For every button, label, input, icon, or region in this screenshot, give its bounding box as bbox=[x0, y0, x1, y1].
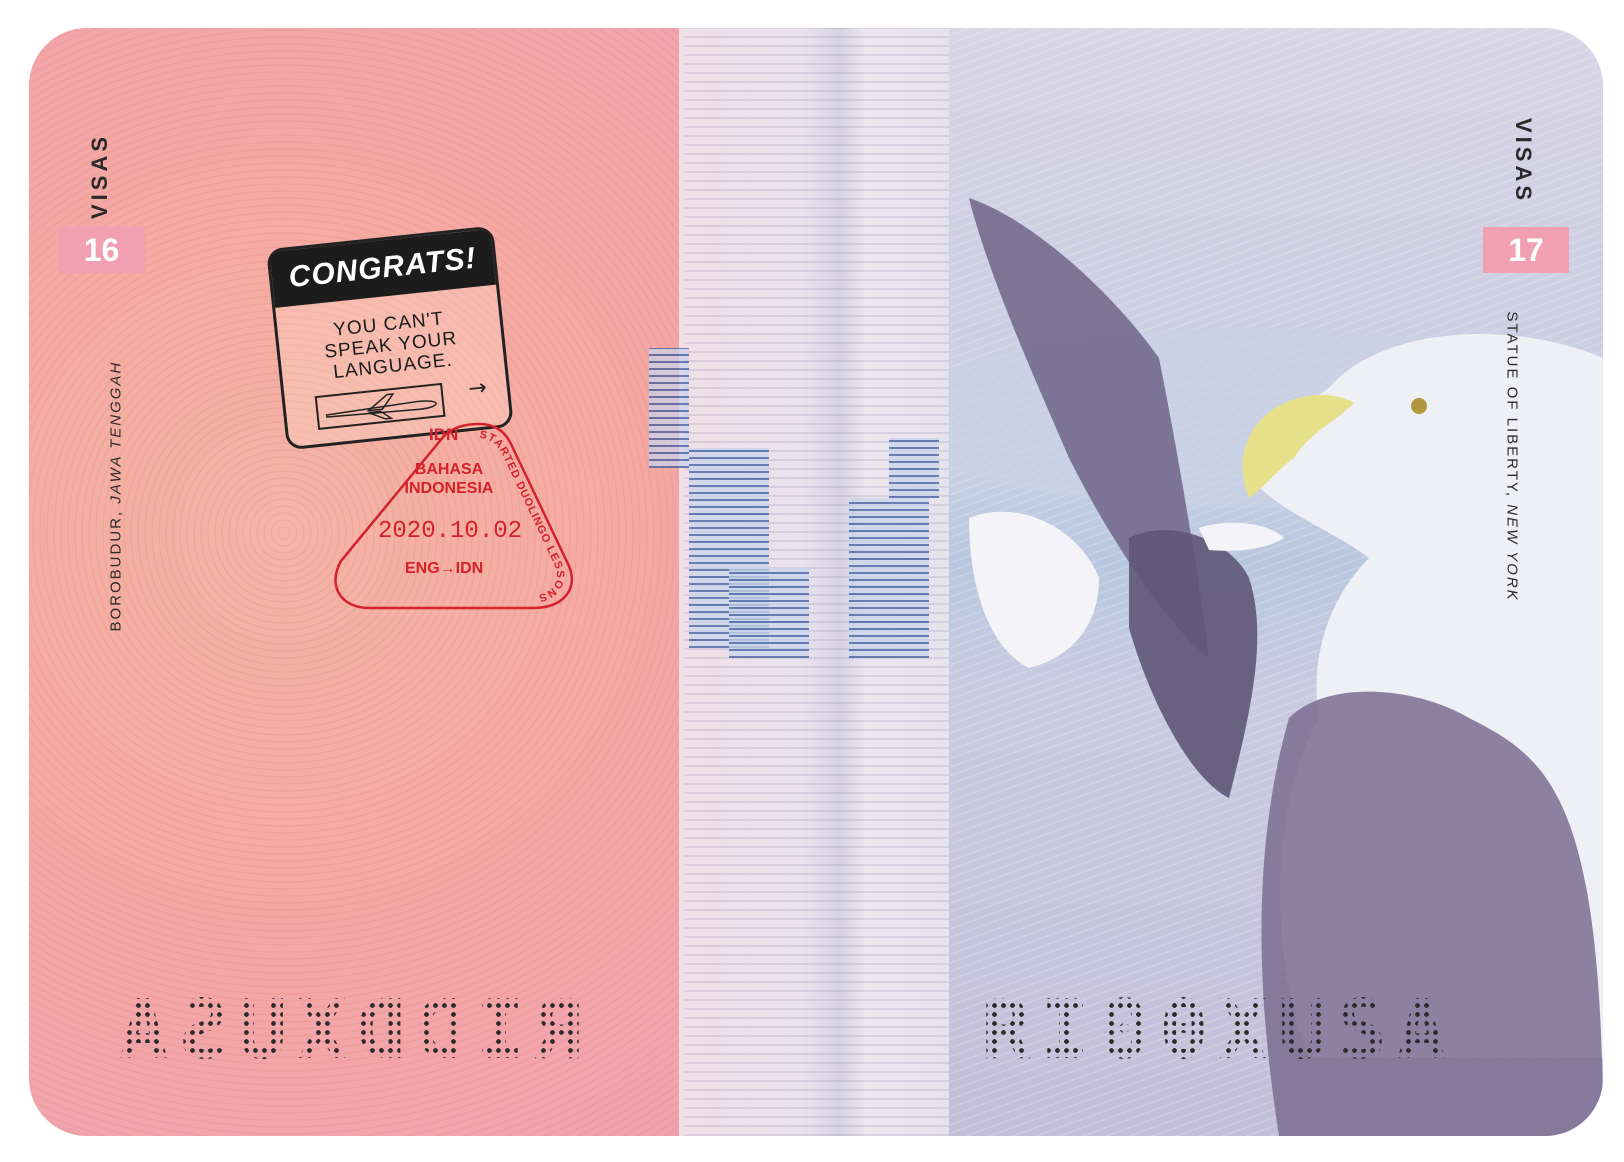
left-location-prefix: BOROBUDUR, bbox=[107, 503, 125, 632]
left-location-caption: BOROBUDUR, JAWA TENGGAH bbox=[108, 302, 125, 632]
stamp-message: YOU CAN'T SPEAK YOUR LANGUAGE. bbox=[277, 303, 504, 389]
right-mrz-perforation: RI00XUSA bbox=[981, 983, 1456, 1078]
right-location-caption: STATUE OF LIBERTY, NEW YORK bbox=[1504, 312, 1521, 642]
right-location-region: NEW YORK bbox=[1503, 504, 1521, 602]
stamp-ring-textpath: STARTED DUOLINGO LESSONS bbox=[479, 429, 565, 604]
eagle-flying-body bbox=[1129, 530, 1258, 798]
spine-pattern-block bbox=[649, 348, 689, 468]
left-mrz-perforation: RIDDXUSA bbox=[109, 983, 584, 1078]
passport-spread: VISAS 16 BOROBUDUR, JAWA TENGGAH VISAS 1… bbox=[29, 28, 1603, 1136]
stamp-country-code: IDN bbox=[429, 425, 459, 444]
eagle-flying-head bbox=[1199, 522, 1284, 551]
stamp-ring-text: STARTED DUOLINGO LESSONS bbox=[479, 429, 566, 604]
arrow-right-icon: → bbox=[467, 375, 489, 403]
lesson-stamp-outline: STARTED DUOLINGO LESSONS bbox=[334, 422, 573, 610]
stamp-language: BAHASA INDONESIA bbox=[384, 460, 514, 498]
spine-pattern-block bbox=[849, 498, 929, 658]
left-page-number: 16 bbox=[58, 227, 145, 273]
right-location-prefix: STATUE OF LIBERTY, bbox=[1503, 311, 1521, 505]
right-page-number: 17 bbox=[1483, 227, 1569, 273]
stamp-language-line-1: BAHASA bbox=[414, 461, 484, 478]
left-section-label: VISAS bbox=[87, 132, 113, 220]
stamp-language-pair: ENG→IDN bbox=[405, 560, 484, 577]
stamp-language-line-2: INDONESIA bbox=[404, 480, 494, 497]
eagle-eye bbox=[1411, 398, 1427, 414]
left-location-region: JAWA TENGGAH bbox=[107, 360, 125, 504]
spine-pattern-block bbox=[729, 568, 809, 658]
spine-pattern-block bbox=[889, 438, 939, 498]
stamp-date: 2020.10.02 bbox=[378, 518, 523, 545]
right-section-label: VISAS bbox=[1511, 117, 1537, 205]
eagle-flying-tail bbox=[969, 511, 1099, 668]
